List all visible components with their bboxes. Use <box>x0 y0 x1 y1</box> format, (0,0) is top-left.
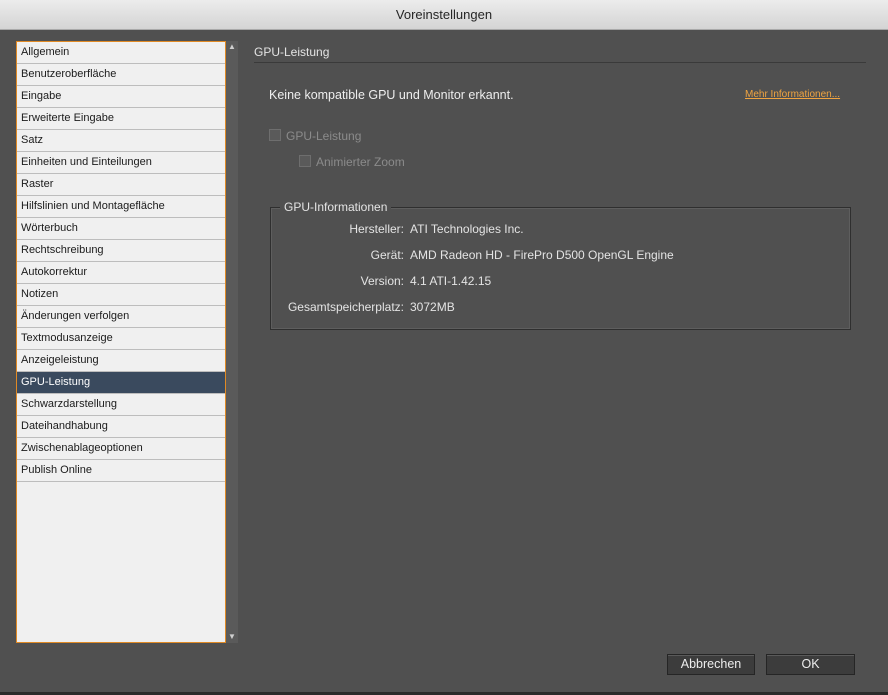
animated-zoom-label: Animierter Zoom <box>316 155 405 169</box>
sidebar-item-einheiten[interactable]: Einheiten und Einteilungen <box>17 152 225 174</box>
sidebar-item-benutzeroberflaeche[interactable]: Benutzeroberfläche <box>17 64 225 86</box>
info-label: Gerät: <box>370 248 404 262</box>
sidebar-item-rechtschreibung[interactable]: Rechtschreibung <box>17 240 225 262</box>
ok-button[interactable]: OK <box>766 654 855 675</box>
gpu-performance-option: GPU-Leistung <box>269 129 361 143</box>
info-label: Hersteller: <box>349 222 404 236</box>
sidebar-item-woerterbuch[interactable]: Wörterbuch <box>17 218 225 240</box>
animated-zoom-checkbox[interactable] <box>299 155 311 167</box>
sidebar-item-gpu-leistung[interactable]: GPU-Leistung <box>17 372 225 394</box>
sidebar-item-notizen[interactable]: Notizen <box>17 284 225 306</box>
sidebar-item-allgemein[interactable]: Allgemein <box>17 42 225 64</box>
scroll-up-arrow-icon[interactable]: ▲ <box>226 41 238 53</box>
info-value: 3072MB <box>410 300 455 314</box>
cancel-button[interactable]: Abbrechen <box>667 654 755 675</box>
preferences-category-list[interactable]: Allgemein Benutzeroberfläche Eingabe Erw… <box>16 41 226 643</box>
sidebar-item-publish-online[interactable]: Publish Online <box>17 460 225 482</box>
gpu-performance-checkbox[interactable] <box>269 129 281 141</box>
scroll-down-arrow-icon[interactable]: ▼ <box>226 631 238 643</box>
sidebar-item-hilfslinien[interactable]: Hilfslinien und Montagefläche <box>17 196 225 218</box>
sidebar-item-anzeigeleistung[interactable]: Anzeigeleistung <box>17 350 225 372</box>
info-value: 4.1 ATI-1.42.15 <box>410 274 492 288</box>
section-divider <box>254 62 866 63</box>
sidebar-scrollbar[interactable]: ▲ ▼ <box>226 41 238 643</box>
gpu-performance-label: GPU-Leistung <box>286 129 362 143</box>
gpu-status-message: Keine kompatible GPU und Monitor erkannt… <box>269 88 514 102</box>
sidebar-item-dateihandhabung[interactable]: Dateihandhabung <box>17 416 225 438</box>
info-value: AMD Radeon HD - FirePro D500 OpenGL Engi… <box>410 248 674 262</box>
section-title: GPU-Leistung <box>254 45 330 59</box>
gpu-info-legend: GPU-Informationen <box>280 200 392 214</box>
sidebar-item-aenderungen[interactable]: Änderungen verfolgen <box>17 306 225 328</box>
sidebar-item-textmodusanzeige[interactable]: Textmodusanzeige <box>17 328 225 350</box>
sidebar-item-schwarzdarstellung[interactable]: Schwarzdarstellung <box>17 394 225 416</box>
sidebar-item-satz[interactable]: Satz <box>17 130 225 152</box>
info-value: ATI Technologies Inc. <box>410 222 524 236</box>
preferences-dialog: Voreinstellungen Allgemein Benutzeroberf… <box>0 0 888 692</box>
window-title: Voreinstellungen <box>0 0 888 30</box>
animated-zoom-option: Animierter Zoom <box>299 155 405 169</box>
info-label: Gesamtspeicherplatz: <box>287 300 404 314</box>
sidebar-item-zwischenablage[interactable]: Zwischenablageoptionen <box>17 438 225 460</box>
sidebar-item-autokorrektur[interactable]: Autokorrektur <box>17 262 225 284</box>
info-label: Version: <box>360 274 404 288</box>
sidebar-item-erweiterte-eingabe[interactable]: Erweiterte Eingabe <box>17 108 225 130</box>
more-information-link[interactable]: Mehr Informationen... <box>745 89 840 100</box>
sidebar-item-raster[interactable]: Raster <box>17 174 225 196</box>
sidebar-item-eingabe[interactable]: Eingabe <box>17 86 225 108</box>
